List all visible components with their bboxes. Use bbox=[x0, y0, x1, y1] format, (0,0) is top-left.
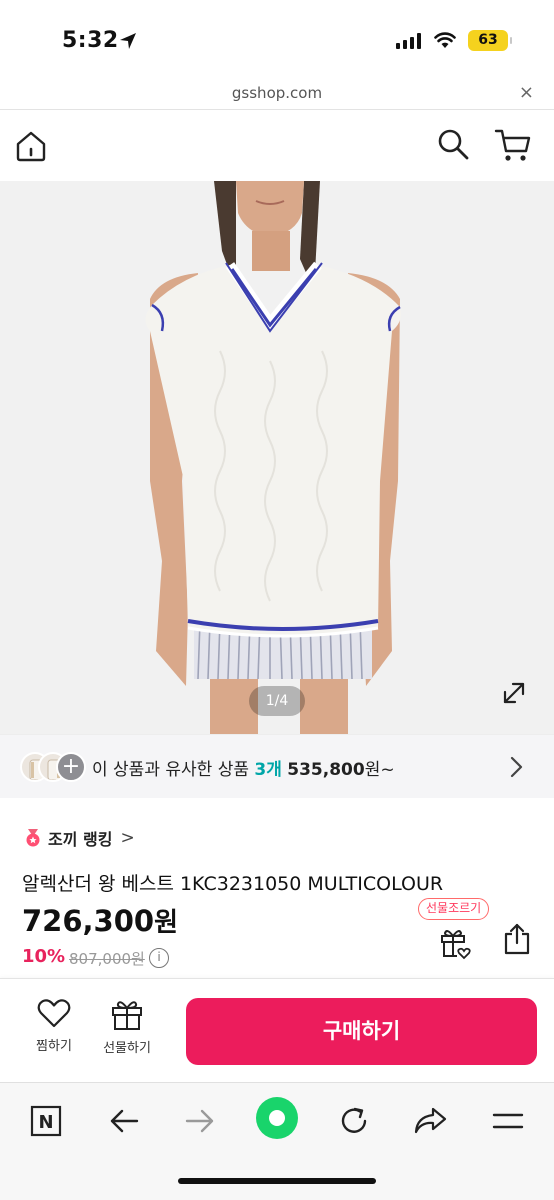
similar-price: 535,800 bbox=[287, 760, 365, 780]
original-price: 807,000원 bbox=[69, 950, 145, 968]
gift-button[interactable]: 선물하기 bbox=[97, 997, 157, 1056]
gift-request-icon[interactable] bbox=[437, 924, 473, 960]
home-indicator bbox=[178, 1178, 376, 1184]
naver-n-label: N bbox=[38, 1112, 53, 1133]
cellular-signal-icon bbox=[396, 33, 421, 49]
home-icon[interactable] bbox=[14, 129, 48, 163]
similar-products-text[interactable]: 이 상품과 유사한 상품 3개 535,800원~ bbox=[92, 755, 395, 780]
gift-label: 선물하기 bbox=[103, 1041, 151, 1056]
price-unit: 원 bbox=[154, 908, 179, 938]
wishlist-label: 찜하기 bbox=[36, 1039, 72, 1054]
url-text[interactable]: gsshop.com bbox=[0, 84, 554, 102]
gallery-pager: 1/4 bbox=[249, 686, 305, 716]
gift-icon bbox=[112, 1001, 142, 1030]
info-icon[interactable]: i bbox=[149, 948, 169, 968]
product-price: 726,300원 bbox=[22, 902, 178, 939]
green-dot-icon[interactable] bbox=[254, 1095, 300, 1141]
similar-text-prefix: 이 상품과 유사한 상품 bbox=[92, 760, 249, 780]
similar-thumbnails: + bbox=[20, 752, 90, 782]
share-arrow-icon[interactable] bbox=[410, 1101, 450, 1141]
site-header bbox=[0, 111, 554, 181]
ranking-arrow: > bbox=[120, 828, 135, 848]
product-photo bbox=[0, 181, 554, 734]
reload-icon[interactable] bbox=[334, 1101, 374, 1141]
menu-icon[interactable] bbox=[488, 1101, 528, 1141]
similar-price-suffix: 원~ bbox=[364, 760, 395, 780]
ranking-link[interactable]: 조끼 랭킹 > bbox=[24, 826, 135, 850]
more-similar-icon: + bbox=[56, 752, 86, 782]
ranking-medal-icon bbox=[26, 829, 40, 847]
status-bar: 5:32 63 bbox=[0, 0, 554, 78]
location-arrow-icon bbox=[120, 33, 136, 49]
status-time: 5:32 bbox=[62, 28, 119, 53]
gift-request-tag[interactable]: 선물조르기 bbox=[418, 898, 490, 920]
back-arrow-icon[interactable] bbox=[104, 1101, 144, 1141]
discount-rate: 10% bbox=[22, 946, 66, 967]
battery-icon: 63 bbox=[468, 30, 512, 51]
product-info: 조끼 랭킹 > 알렉산더 왕 베스트 1KC3231050 MULTICOLOU… bbox=[0, 798, 554, 978]
chevron-right-icon[interactable] bbox=[506, 755, 526, 779]
share-icon[interactable] bbox=[502, 922, 532, 956]
product-image-gallery[interactable]: 1/4 bbox=[0, 181, 554, 734]
price-value: 726,300 bbox=[22, 904, 155, 938]
wishlist-button[interactable]: 찜하기 bbox=[24, 997, 84, 1054]
wifi-icon bbox=[434, 32, 456, 48]
search-icon[interactable] bbox=[436, 127, 470, 161]
heart-icon bbox=[37, 999, 71, 1028]
expand-icon[interactable] bbox=[500, 679, 528, 707]
product-name: 알렉산더 왕 베스트 1KC3231050 MULTICOLOUR bbox=[22, 873, 444, 895]
browser-url-bar[interactable]: gsshop.com × bbox=[0, 78, 554, 110]
ranking-label: 조끼 랭킹 bbox=[48, 830, 113, 849]
similar-count: 3개 bbox=[254, 760, 282, 780]
similar-products-bar[interactable]: + 이 상품과 유사한 상품 3개 535,800원~ bbox=[0, 734, 554, 798]
buy-button[interactable]: 구매하기 bbox=[186, 998, 537, 1065]
close-icon[interactable]: × bbox=[519, 82, 534, 103]
cart-icon[interactable] bbox=[494, 127, 532, 163]
naver-n-icon[interactable]: N bbox=[26, 1101, 66, 1141]
forward-arrow-icon[interactable] bbox=[180, 1101, 220, 1141]
purchase-bar: 찜하기 선물하기 구매하기 bbox=[0, 978, 554, 1082]
